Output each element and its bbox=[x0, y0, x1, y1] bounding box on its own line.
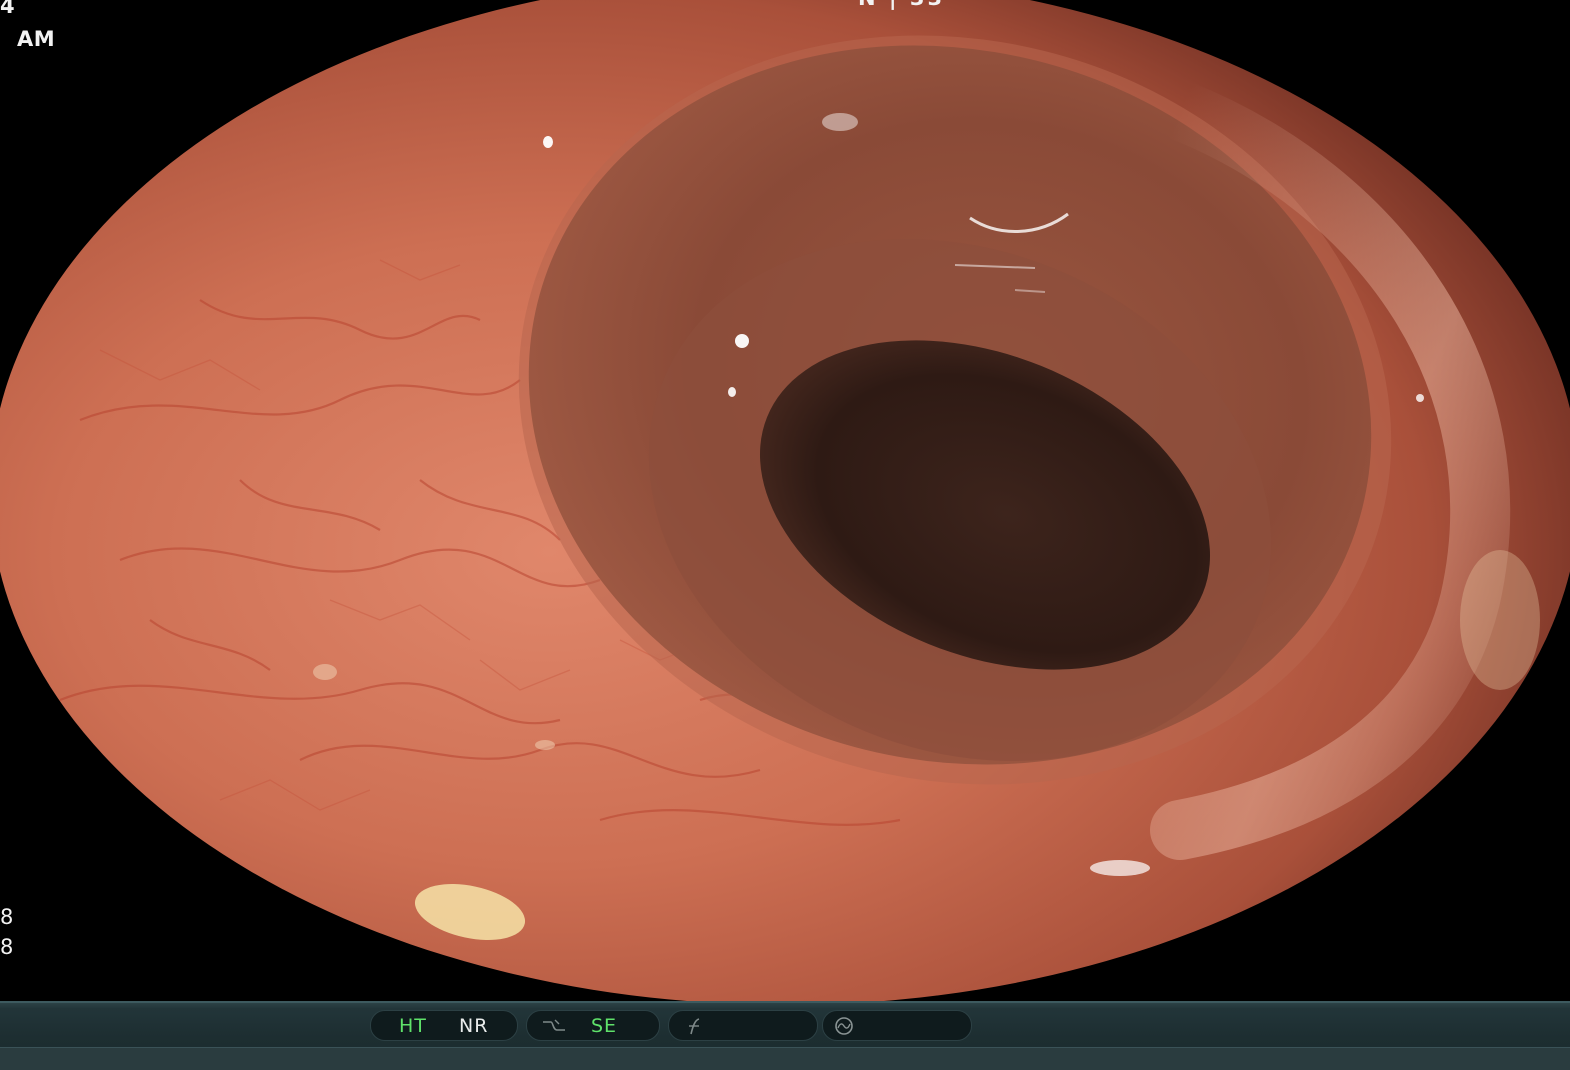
iris-icon bbox=[835, 1017, 853, 1035]
colon-lumen-image bbox=[0, 0, 1570, 1003]
iris-indicator bbox=[822, 1010, 972, 1041]
endoscopic-image bbox=[0, 0, 1570, 1003]
sharpness-indicator bbox=[668, 1010, 818, 1041]
osd-bottom-left-text-2: 8 bbox=[0, 935, 14, 959]
osd-time-period: AM bbox=[17, 27, 56, 51]
se-mode-label: SE bbox=[591, 1015, 618, 1037]
se-indicator: SE bbox=[526, 1010, 660, 1041]
processor-status-bar: HT NR SE bbox=[0, 1001, 1570, 1070]
ht-mode-label: HT bbox=[399, 1015, 427, 1037]
sharpness-icon bbox=[689, 1018, 700, 1035]
ht-nr-indicator: HT NR bbox=[370, 1010, 518, 1041]
nr-mode-label: NR bbox=[459, 1015, 489, 1037]
osd-top-left-text-1: 4 bbox=[0, 0, 16, 18]
status-bar-lower-strip bbox=[0, 1047, 1570, 1070]
osd-top-center-text: N | 33 bbox=[858, 0, 945, 10]
endoscope-monitor: 4 AM N | 33 8 8 HT NR SE bbox=[0, 0, 1570, 1070]
enhance-curve-icon bbox=[543, 1019, 565, 1031]
osd-bottom-left-text-1: 8 bbox=[0, 905, 14, 929]
